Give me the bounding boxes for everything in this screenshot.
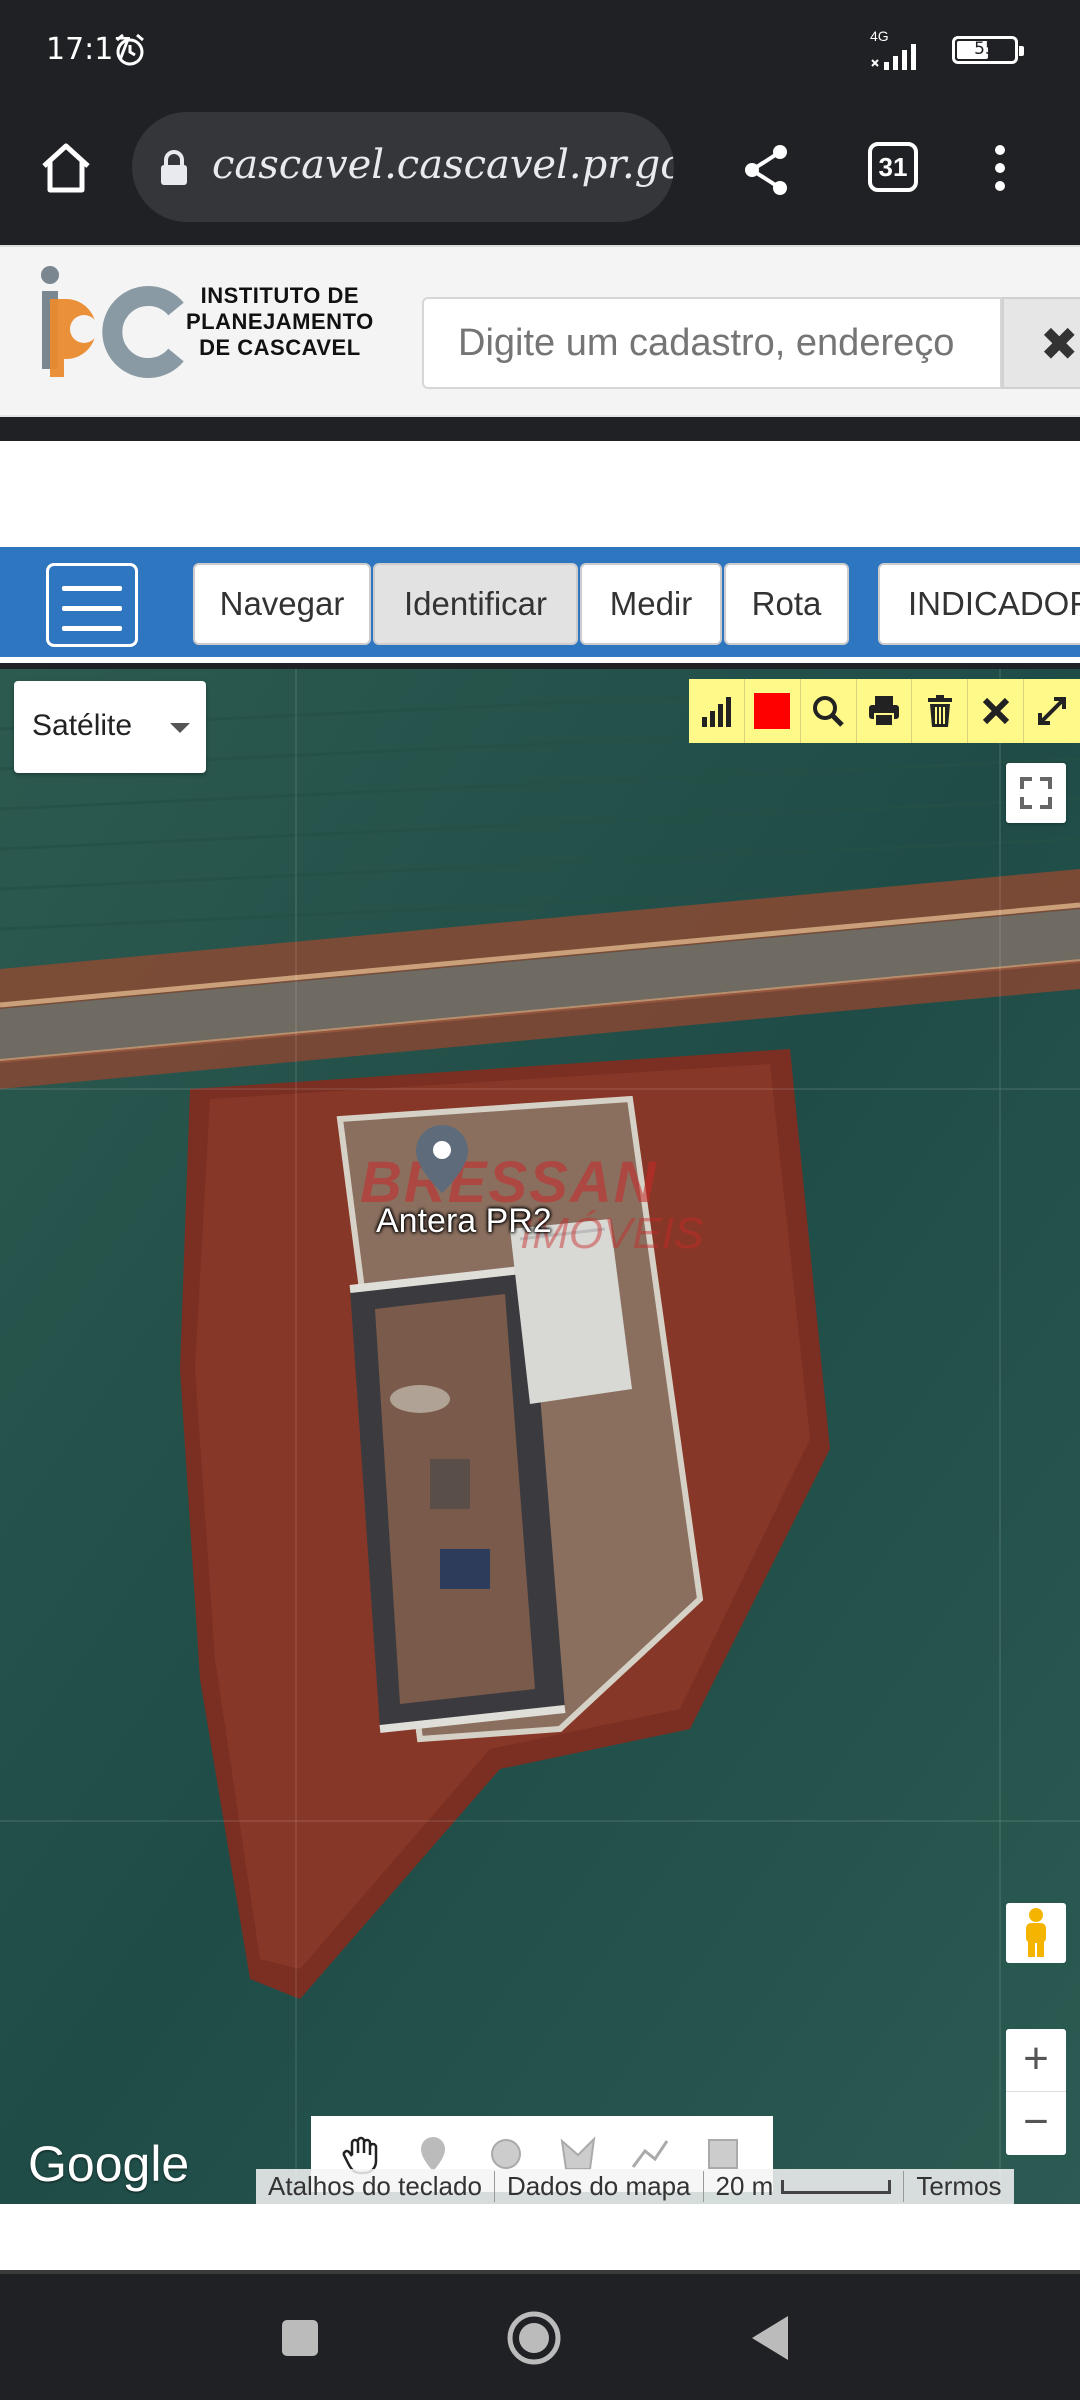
browser-toolbar: cascavel.cascavel.pr.gov.br 31 (0, 100, 1080, 245)
print-icon[interactable] (857, 679, 913, 743)
logo-line-1: INSTITUTO DE (200, 283, 360, 308)
fullscreen-button[interactable] (1006, 763, 1066, 823)
trash-icon[interactable] (912, 679, 969, 743)
scale-bar (781, 2179, 892, 2194)
clear-search-button[interactable]: ✖ (1002, 297, 1080, 389)
street-view-pegman[interactable] (1006, 1903, 1066, 1963)
hamburger-menu-button[interactable] (46, 563, 138, 647)
indicador-button[interactable]: INDICADOR (878, 563, 1080, 645)
home-icon[interactable] (36, 138, 96, 198)
site-header: INSTITUTO DE PLANEJAMENTO DE CASCAVEL ✖ (0, 245, 1080, 417)
map-pin-icon[interactable] (414, 1123, 470, 1195)
color-picker-button[interactable] (745, 679, 801, 743)
map-attribution: Atalhos do teclado Dados do mapa 20 m Te… (256, 2169, 1014, 2204)
signal-bars-icon[interactable] (689, 679, 745, 743)
battery-icon: 55 (952, 36, 1024, 64)
satellite-imagery (0, 669, 1080, 2204)
map-mode-toolbar: Navegar Identificar Medir Rota INDICADOR (0, 547, 1080, 663)
map-layer-select[interactable]: Satélite (14, 681, 206, 773)
lock-icon (161, 150, 187, 185)
medir-button[interactable]: Medir (580, 563, 722, 645)
logo-line-3: DE CASCAVEL (199, 335, 361, 360)
search-box (422, 297, 1002, 389)
fullscreen-icon (1020, 777, 1052, 809)
close-icon: ✖ (1040, 318, 1079, 370)
signal-icon (871, 44, 916, 70)
url-text: cascavel.cascavel.pr.gov.br (212, 142, 674, 188)
ipc-logo-mark (41, 266, 184, 378)
expand-icon[interactable] (1024, 679, 1080, 743)
layer-select-value: Satélite (32, 709, 133, 742)
address-bar[interactable]: cascavel.cascavel.pr.gov.br (132, 112, 674, 222)
logo-text: INSTITUTO DE PLANEJAMENTO DE CASCAVEL (186, 283, 374, 361)
navegar-button[interactable]: Navegar (193, 563, 371, 645)
status-bar: 17:17 4G 55 (0, 0, 1080, 100)
page-footer-area (0, 2204, 1080, 2270)
caret-down-icon (170, 723, 190, 733)
keyboard-shortcuts-link[interactable]: Atalhos do teclado (256, 2171, 495, 2202)
scale-indicator[interactable]: 20 m (704, 2171, 905, 2202)
identificar-button[interactable]: Identificar (373, 563, 578, 645)
home-nav-icon[interactable] (504, 2308, 564, 2368)
google-logo: Google (28, 2136, 190, 2192)
system-nav-bar (0, 2270, 1080, 2400)
back-icon[interactable] (742, 2308, 802, 2368)
map-tools-bar (689, 679, 1080, 743)
satellite-map[interactable]: Satélite BRESSAN IMÓVEIS Antera PR2 + − … (0, 669, 1080, 2204)
zoom-in-button[interactable]: + (1006, 2029, 1066, 2092)
rota-button[interactable]: Rota (724, 563, 849, 645)
close-icon[interactable] (968, 679, 1025, 743)
tab-switcher-button[interactable]: 31 (868, 142, 918, 192)
recents-icon[interactable] (270, 2308, 330, 2368)
overflow-menu-icon[interactable] (990, 140, 1010, 200)
pegman-icon (1026, 1908, 1046, 1957)
marker-label: Antera PR2 (376, 1202, 552, 1240)
alarm-icon (116, 33, 144, 66)
scale-label: 20 m (715, 2171, 774, 2201)
share-icon[interactable] (738, 142, 794, 198)
zoom-out-button[interactable]: − (1006, 2092, 1066, 2155)
search-icon[interactable] (801, 679, 857, 743)
battery-level: 55 (974, 39, 996, 59)
search-input[interactable] (424, 299, 1000, 387)
terms-link[interactable]: Termos (904, 2171, 1013, 2202)
map-data-link[interactable]: Dados do mapa (495, 2171, 704, 2202)
logo-line-2: PLANEJAMENTO (186, 309, 374, 334)
zoom-controls: + − (1006, 2029, 1066, 2155)
ipc-logo[interactable]: INSTITUTO DE PLANEJAMENTO DE CASCAVEL (36, 259, 386, 379)
header-spacer (0, 441, 1080, 547)
